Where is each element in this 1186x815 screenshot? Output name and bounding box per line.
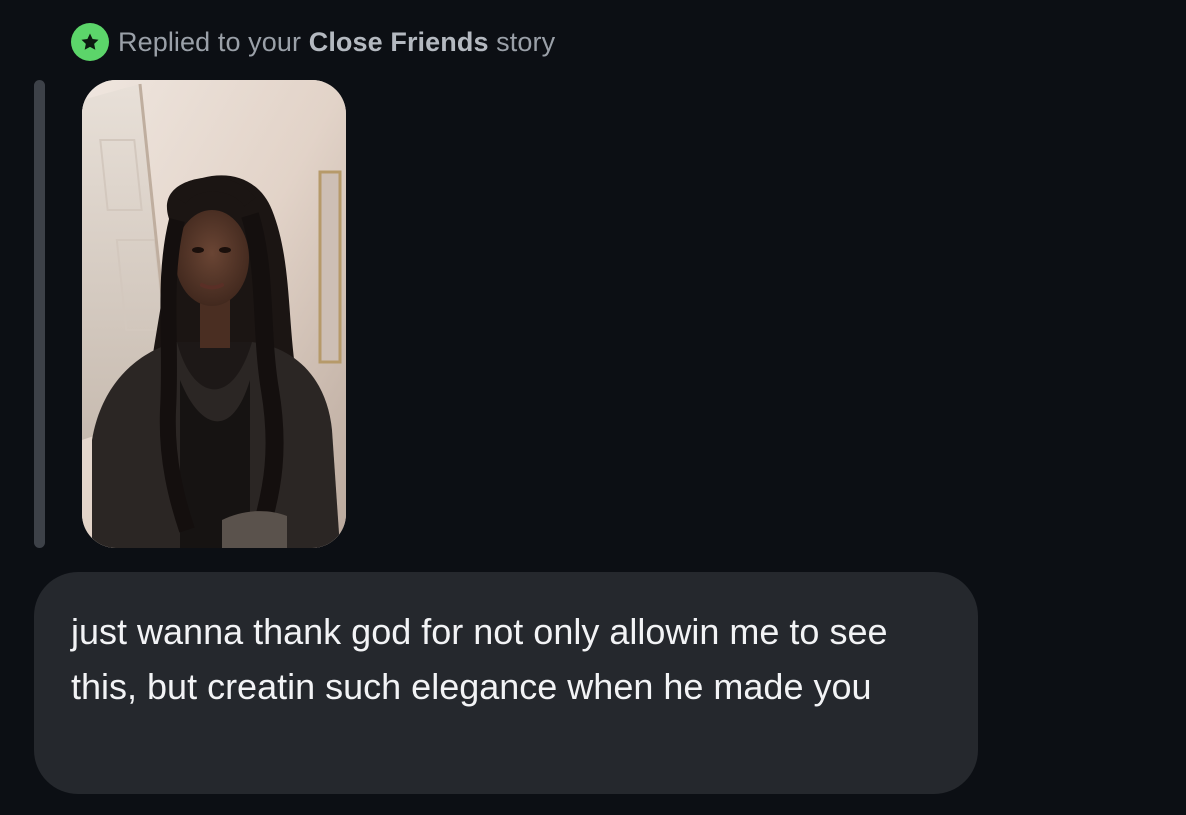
close-friends-label: Close Friends: [308, 26, 489, 57]
story-reply-header: Replied to your Close Friends story: [71, 23, 555, 61]
reply-quote-bar: [34, 80, 45, 548]
reply-context-text: Replied to your Close Friends story: [118, 27, 555, 58]
reply-suffix: story: [488, 26, 556, 57]
star-icon: [81, 33, 99, 50]
dm-thread: Replied to your Close Friends story just…: [0, 0, 1186, 815]
message-text: just wanna thank god for not only allowi…: [71, 611, 888, 707]
reply-prefix: Replied to your: [118, 26, 309, 57]
message-bubble[interactable]: just wanna thank god for not only allowi…: [34, 572, 978, 794]
close-friends-badge: [71, 23, 109, 61]
story-photo: [82, 80, 346, 548]
story-thumbnail[interactable]: [82, 80, 346, 548]
